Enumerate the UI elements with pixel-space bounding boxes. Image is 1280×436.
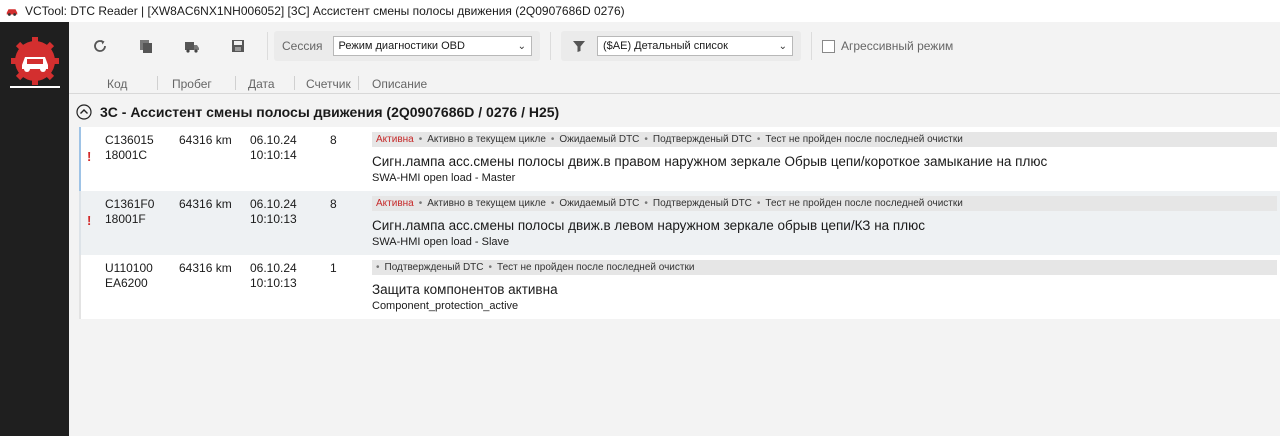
dtc-mileage: 64316 km	[179, 261, 232, 275]
chevron-down-icon: ⌄	[517, 40, 526, 52]
dtc-code: U110100	[105, 261, 153, 275]
refresh-icon	[94, 40, 106, 52]
warning-icon: !	[87, 149, 92, 164]
dtc-code: C136015	[105, 133, 154, 147]
status-tag: Подтвержденый DTC	[652, 134, 752, 145]
dtc-time: 10:10:13	[250, 212, 297, 226]
filter-icon	[573, 41, 585, 52]
status-tag: Активна	[376, 198, 414, 209]
dtc-date: 06.10.24	[250, 133, 297, 147]
column-separator	[358, 76, 359, 90]
status-tag: Активно в текущем цикле	[427, 198, 546, 209]
export-button[interactable]	[169, 31, 215, 61]
dtc-date: 06.10.24	[250, 261, 297, 275]
dtc-counter: 1	[330, 261, 337, 275]
car-diagnostics-logo-icon[interactable]	[10, 36, 60, 86]
dtc-counter: 8	[330, 197, 337, 211]
dtc-detail: SWA-HMI open load - Master	[372, 172, 516, 184]
aggressive-mode-checkbox[interactable]	[822, 39, 835, 53]
session-group: Сессия Режим диагностики OBD ⌄	[274, 31, 540, 61]
column-description[interactable]: Описание	[372, 77, 427, 91]
window-titlebar: VCTool: DTC Reader | [XW8AC6NX1NH006052]…	[0, 0, 1280, 22]
copy-icon	[140, 40, 152, 53]
save-icon	[232, 40, 244, 52]
column-separator	[157, 76, 158, 90]
column-mileage[interactable]: Пробег	[172, 77, 212, 91]
status-tags: Активна • Активно в текущем цикле • Ожидае…	[372, 132, 1277, 147]
status-tag: Ожидаемый DTC	[559, 198, 640, 209]
column-date[interactable]: Дата	[248, 77, 275, 91]
status-tag: Ожидаемый DTC	[559, 134, 640, 145]
session-select[interactable]: Режим диагностики OBD ⌄	[332, 36, 532, 56]
toolbar: Сессия Режим диагностики OBD ⌄ ($AE) Дет…	[69, 22, 1280, 70]
logo-underline	[10, 86, 60, 88]
status-tag: Активно в текущем цикле	[427, 134, 546, 145]
table-row[interactable]: ! C136015 18001C 64316 km 06.10.24 10:10…	[79, 127, 1280, 191]
dtc-time: 10:10:14	[250, 148, 297, 162]
row-selection-indicator	[79, 255, 81, 319]
dtc-time: 10:10:13	[250, 276, 297, 290]
dtc-description: Сигн.лампа асс.смены полосы движ.в левом…	[372, 218, 925, 233]
dtc-description: Сигн.лампа асс.смены полосы движ.в право…	[372, 154, 1048, 169]
refresh-button[interactable]	[77, 31, 123, 61]
filter-value: ($AE) Детальный список	[603, 40, 728, 52]
dtc-subcode: 18001F	[105, 212, 146, 226]
table-row[interactable]: ! C1361F0 18001F 64316 km 06.10.24 10:10…	[79, 191, 1280, 255]
main-panel: Сессия Режим диагностики OBD ⌄ ($AE) Дет…	[69, 22, 1280, 436]
dtc-detail: SWA-HMI open load - Slave	[372, 236, 510, 248]
save-button[interactable]	[215, 31, 261, 61]
ecu-group-header[interactable]: 3C - Ассистент смены полосы движения (2Q…	[69, 100, 1280, 124]
dtc-detail: Component_protection_active	[372, 300, 519, 312]
app-icon	[6, 9, 18, 16]
status-tag: Тест не пройден после последней очистки	[497, 262, 695, 273]
column-counter[interactable]: Счетчик	[306, 77, 351, 91]
status-tag: Тест не пройден после последней очистки	[765, 198, 963, 209]
chevron-down-icon: ⌄	[778, 40, 787, 52]
dtc-date: 06.10.24	[250, 197, 297, 211]
column-separator	[235, 76, 236, 90]
column-separator	[294, 76, 295, 90]
copy-button[interactable]	[123, 31, 169, 61]
dtc-mileage: 64316 km	[179, 197, 232, 211]
dtc-counter: 8	[330, 133, 337, 147]
dtc-subcode: EA6200	[105, 276, 148, 290]
status-tags: Активна • Активно в текущем цикле • Ожидае…	[372, 196, 1277, 211]
filter-group: ($AE) Детальный список ⌄	[561, 31, 801, 61]
dtc-subcode: 18001C	[105, 148, 148, 162]
session-label: Сессия	[282, 39, 323, 53]
warning-icon: !	[87, 213, 92, 228]
toolbar-separator	[267, 32, 268, 60]
session-value: Режим диагностики OBD	[338, 40, 465, 52]
status-tag: Тест не пройден после последней очистки	[765, 134, 963, 145]
ecu-group-title: 3C - Ассистент смены полосы движения (2Q…	[100, 104, 560, 120]
row-selection-indicator	[79, 191, 81, 255]
toolbar-separator	[811, 32, 812, 60]
aggressive-mode-label: Агрессивный режим	[841, 39, 954, 53]
status-tag: Активна	[376, 134, 414, 145]
dtc-code: C1361F0	[105, 197, 155, 211]
column-header-row: Код Пробег Дата Счетчик Описание	[69, 72, 1280, 94]
dtc-description: Защита компонентов активна	[372, 282, 558, 297]
status-tag: Подтвержденый DTC	[384, 262, 484, 273]
column-code[interactable]: Код	[107, 77, 127, 91]
table-row[interactable]: U110100 EA6200 64316 km 06.10.24 10:10:1…	[79, 255, 1280, 319]
status-tags: • Подтвержденый DTC • Тест не пройден пос…	[372, 260, 1277, 275]
status-tag: Подтвержденый DTC	[652, 198, 752, 209]
filter-select[interactable]: ($AE) Детальный список ⌄	[597, 36, 793, 56]
sidebar	[0, 22, 69, 436]
collapse-up-icon[interactable]	[76, 104, 92, 120]
dtc-mileage: 64316 km	[179, 133, 232, 147]
row-selection-indicator	[79, 127, 81, 191]
toolbar-separator	[550, 32, 551, 60]
window-title: VCTool: DTC Reader | [XW8AC6NX1NH006052]…	[25, 4, 625, 18]
truck-icon	[185, 42, 199, 53]
